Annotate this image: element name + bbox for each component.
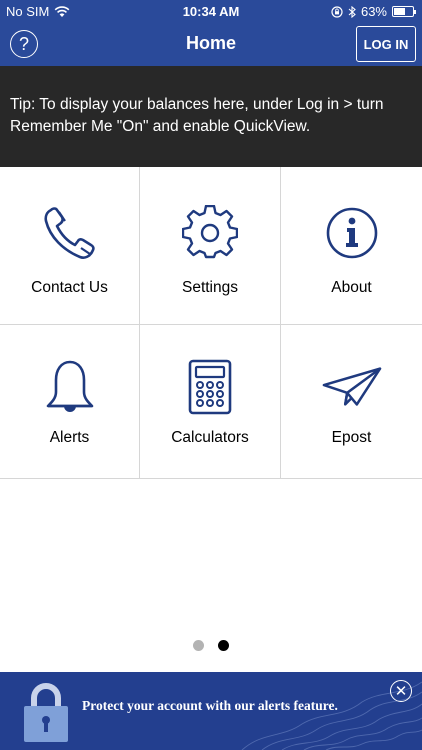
tile-label: Epost bbox=[331, 429, 372, 446]
tile-about[interactable]: About bbox=[281, 167, 422, 325]
page-dot[interactable] bbox=[193, 640, 204, 651]
tile-alerts[interactable]: Alerts bbox=[0, 325, 140, 479]
battery-icon bbox=[392, 6, 416, 17]
tile-contact-us[interactable]: Contact Us bbox=[0, 167, 140, 325]
bell-icon bbox=[40, 357, 100, 417]
calculator-icon bbox=[180, 357, 240, 417]
tile-calculators[interactable]: Calculators bbox=[140, 325, 281, 479]
page-indicator[interactable] bbox=[0, 640, 422, 651]
bluetooth-icon bbox=[348, 5, 356, 18]
alerts-promo-banner[interactable]: Protect your account with our alerts fea… bbox=[0, 672, 422, 750]
tile-label: Settings bbox=[181, 279, 238, 296]
phone-icon bbox=[40, 203, 100, 263]
login-button[interactable]: LOG IN bbox=[356, 26, 416, 62]
banner-text: Protect your account with our alerts fea… bbox=[82, 698, 338, 713]
tile-label: Calculators bbox=[171, 429, 249, 446]
tip-banner: Tip: To display your balances here, unde… bbox=[0, 66, 422, 167]
paper-plane-icon bbox=[322, 357, 382, 417]
tile-label: About bbox=[331, 279, 372, 296]
padlock-icon bbox=[24, 683, 68, 742]
battery-level bbox=[394, 8, 405, 15]
gear-icon bbox=[180, 203, 240, 263]
tile-settings[interactable]: Settings bbox=[140, 167, 281, 325]
tile-label: Contact Us bbox=[31, 279, 108, 296]
rotation-lock-icon bbox=[331, 5, 343, 18]
status-right: 63% bbox=[331, 4, 416, 19]
close-icon: ✕ bbox=[394, 682, 408, 700]
close-button[interactable]: ✕ bbox=[390, 680, 412, 702]
page-dot[interactable] bbox=[218, 640, 229, 651]
battery-percent: 63% bbox=[360, 4, 387, 19]
tile-label: Alerts bbox=[49, 429, 90, 446]
status-bar: No SIM 10:34 AM 63% bbox=[0, 0, 422, 22]
info-icon bbox=[322, 203, 382, 263]
tip-text: Tip: To display your balances here, unde… bbox=[10, 96, 384, 135]
nav-bar: ? Home LOG IN bbox=[0, 22, 422, 66]
home-grid: Contact Us Settings About Alerts Calcula… bbox=[0, 167, 422, 479]
tile-epost[interactable]: Epost bbox=[281, 325, 422, 479]
